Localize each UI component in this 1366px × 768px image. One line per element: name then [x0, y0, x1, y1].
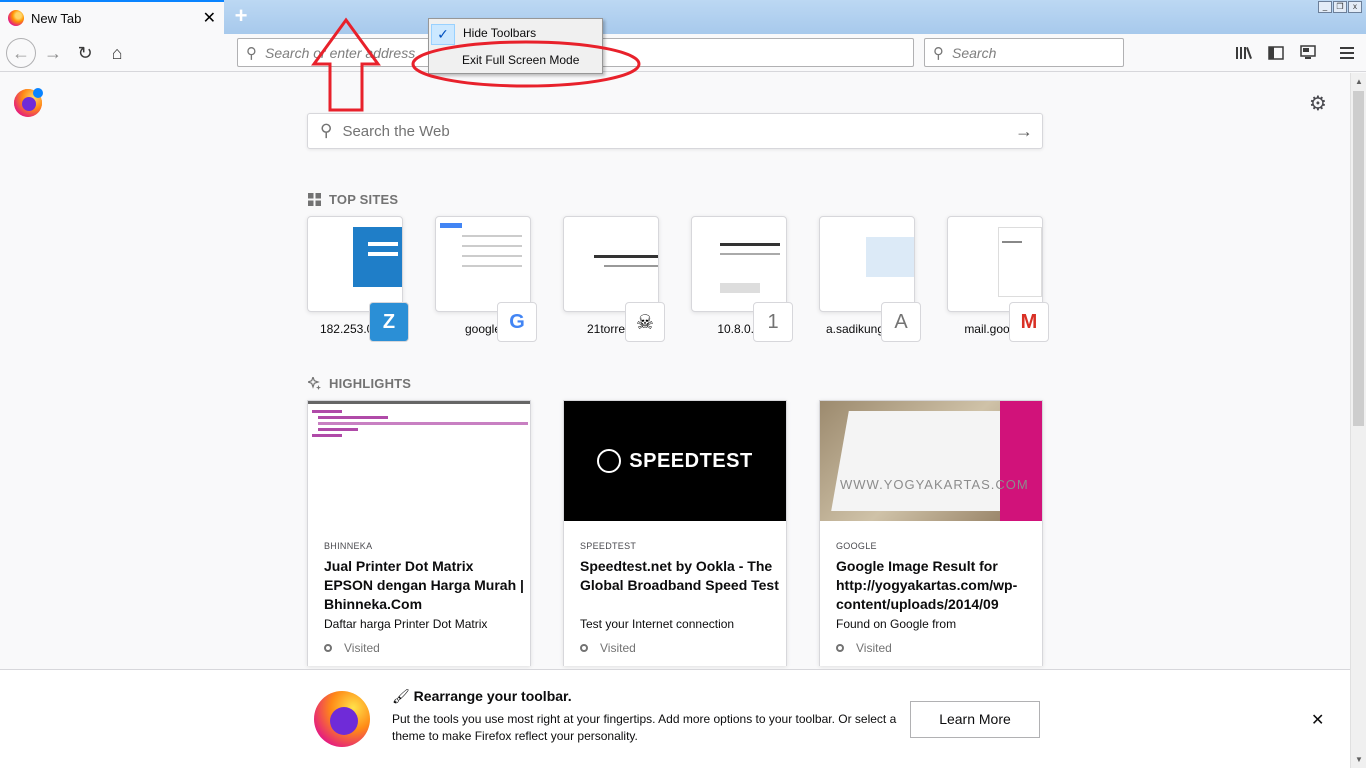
- window-close-button[interactable]: x: [1348, 1, 1362, 13]
- top-site-badge: A: [881, 302, 921, 342]
- library-icon[interactable]: [1231, 40, 1257, 66]
- highlight-title: Speedtest.net by Ookla - The Global Broa…: [580, 558, 779, 593]
- search-icon: ⚲: [933, 44, 944, 62]
- search-icon: ⚲: [246, 44, 257, 62]
- scroll-down-icon[interactable]: ▼: [1351, 751, 1366, 768]
- search-bar[interactable]: ⚲ Search: [924, 38, 1124, 67]
- top-site-thumbnail: [819, 216, 915, 312]
- restore-button[interactable]: ❐: [1333, 1, 1347, 13]
- back-button[interactable]: ←: [6, 38, 36, 68]
- home-button[interactable]: ⌂: [102, 38, 132, 68]
- highlight-description: Daftar harga Printer Dot Matrix: [324, 617, 488, 631]
- search-icon: ⚲: [320, 121, 333, 140]
- checkmark-icon: ✓: [431, 24, 455, 45]
- settings-gear-icon[interactable]: ⚙: [1309, 91, 1327, 116]
- highlight-card[interactable]: WWW.YOGYAKARTAS.COM GOOGLE Google Image …: [819, 400, 1043, 666]
- brush-icon: 🖌: [392, 688, 410, 704]
- speedtest-wordmark: SPEEDTEST: [629, 449, 753, 472]
- gmail-icon: M: [1009, 302, 1049, 342]
- top-site-thumbnail: [563, 216, 659, 312]
- hide-toolbars-label: Hide Toolbars: [463, 26, 537, 40]
- highlight-source: GOOGLE: [836, 541, 877, 551]
- speedtest-gauge-icon: [597, 449, 622, 473]
- firefox-favicon-icon: [8, 10, 24, 26]
- menu-item-exit-full-screen[interactable]: Exit Full Screen Mode: [429, 48, 602, 72]
- scroll-up-icon[interactable]: ▲: [1351, 73, 1366, 90]
- top-site-tile[interactable]: G google: [435, 216, 537, 342]
- tab-title: New Tab: [31, 10, 82, 26]
- google-icon: G: [497, 302, 537, 342]
- menu-icon[interactable]: [1334, 40, 1360, 66]
- top-site-thumbnail: [307, 216, 403, 312]
- search-placeholder: Search: [952, 44, 997, 61]
- highlight-visited: Visited: [324, 641, 380, 655]
- top-site-thumbnail: [435, 216, 531, 312]
- toolbar-context-menu: ✓ Hide Toolbars Exit Full Screen Mode: [428, 18, 603, 74]
- sync-tabs-icon[interactable]: [1295, 40, 1321, 66]
- top-site-thumbnail: [691, 216, 787, 312]
- visited-icon: [580, 644, 588, 652]
- highlight-description: Test your Internet connection: [580, 617, 735, 631]
- new-tab-button[interactable]: +: [230, 5, 252, 28]
- tab-new-tab[interactable]: New Tab ✕: [0, 0, 224, 34]
- watermark-text: WWW.YOGYAKARTAS.COM: [840, 477, 1029, 492]
- top-site-thumbnail: [947, 216, 1043, 312]
- vertical-scrollbar[interactable]: ▲ ▼: [1350, 73, 1366, 768]
- highlight-card[interactable]: SPEEDTEST SPEEDTEST Speedtest.net by Ook…: [563, 400, 787, 666]
- tab-strip: New Tab ✕ + _ ❐ x: [0, 0, 1366, 34]
- menu-item-hide-toolbars[interactable]: ✓ Hide Toolbars: [429, 21, 602, 45]
- highlight-description: Found on Google from: [836, 617, 957, 631]
- url-placeholder: Search or enter address: [265, 44, 416, 61]
- highlight-thumbnail: [308, 401, 530, 521]
- highlight-source: BHINNEKA: [324, 541, 373, 551]
- highlight-visited: Visited: [580, 641, 636, 655]
- tab-close-icon[interactable]: ✕: [203, 8, 216, 28]
- snippet-close-icon[interactable]: ✕: [1311, 710, 1324, 730]
- highlights-title: HIGHLIGHTS: [329, 376, 412, 391]
- highlight-title: Jual Printer Dot Matrix EPSON dengan Har…: [324, 558, 524, 612]
- sparkle-icon: [308, 377, 321, 390]
- snippet-banner: 🖌 Rearrange your toolbar. Put the tools …: [0, 669, 1350, 768]
- top-sites-heading: TOP SITES: [308, 192, 398, 207]
- exit-full-screen-label: Exit Full Screen Mode: [462, 53, 580, 67]
- highlight-thumbnail: SPEEDTEST: [564, 401, 786, 521]
- top-site-badge: Z: [369, 302, 409, 342]
- pirate-skull-icon: ☠: [625, 302, 665, 342]
- search-go-arrow-icon[interactable]: →: [1006, 121, 1042, 142]
- snippet-title: 🖌 Rearrange your toolbar.: [392, 688, 572, 704]
- snippet-text: Put the tools you use most right at your…: [392, 712, 897, 743]
- minimize-button[interactable]: _: [1318, 1, 1332, 13]
- visited-icon: [324, 644, 332, 652]
- web-search-placeholder: Search the Web: [342, 122, 450, 140]
- firefox-logo-icon: [314, 691, 370, 747]
- top-sites-title: TOP SITES: [329, 192, 399, 207]
- firefox-logo-icon: [14, 88, 43, 117]
- grid-icon: [308, 193, 321, 206]
- forward-button[interactable]: →: [38, 38, 68, 68]
- highlights-heading: HIGHLIGHTS: [308, 376, 411, 391]
- learn-more-button[interactable]: Learn More: [910, 701, 1040, 738]
- highlight-title: Google Image Result for http://yogyakart…: [836, 558, 1018, 612]
- top-site-tile[interactable]: M mail.google: [947, 216, 1049, 342]
- top-site-tile[interactable]: ☠ 21torrent: [563, 216, 665, 342]
- visited-icon: [836, 644, 844, 652]
- top-site-badge: 1: [753, 302, 793, 342]
- scrollbar-thumb[interactable]: [1353, 91, 1364, 426]
- navigation-toolbar: ← → ↻ ⌂ ⚲ Search or enter address ⚲ Sear…: [0, 34, 1366, 72]
- web-search-box[interactable]: ⚲ Search the Web →: [307, 113, 1043, 149]
- top-site-tile[interactable]: A a.sadikungroup: [819, 216, 921, 342]
- top-site-tile[interactable]: 1 10.8.0.1: [691, 216, 793, 342]
- top-site-tile[interactable]: Z 182.253.0.30: [307, 216, 409, 342]
- highlight-thumbnail: WWW.YOGYAKARTAS.COM: [820, 401, 1042, 521]
- window-controls: _ ❐ x: [1318, 1, 1362, 13]
- highlight-card[interactable]: BHINNEKA Jual Printer Dot Matrix EPSON d…: [307, 400, 531, 666]
- highlight-visited: Visited: [836, 641, 892, 655]
- reload-button[interactable]: ↻: [70, 38, 100, 68]
- highlight-source: SPEEDTEST: [580, 541, 637, 551]
- sidebar-icon[interactable]: [1263, 40, 1289, 66]
